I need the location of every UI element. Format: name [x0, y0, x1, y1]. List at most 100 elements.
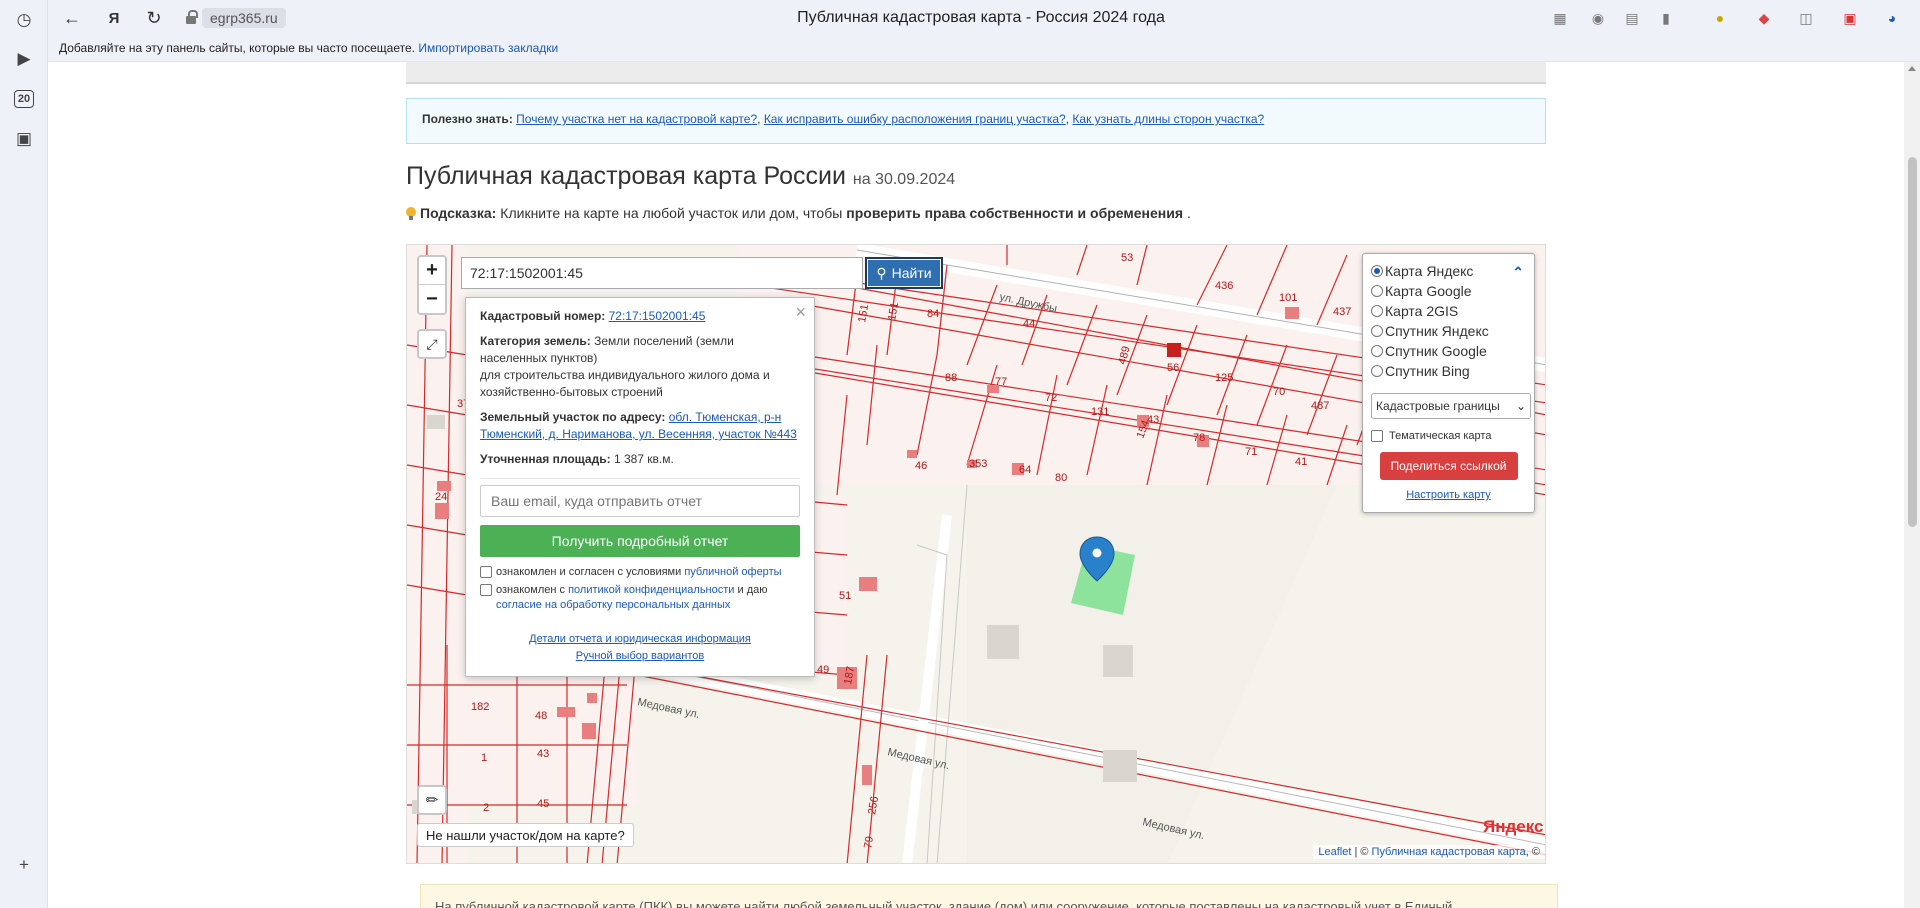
privacy-checkbox[interactable] — [480, 584, 492, 596]
search-button[interactable]: ⚲ Найти — [865, 257, 943, 289]
history-icon[interactable]: ◷ — [11, 7, 37, 33]
layer-radio[interactable] — [1371, 285, 1383, 297]
plot-label: 48 — [535, 710, 547, 722]
close-icon[interactable]: × — [795, 302, 806, 323]
plot-label: 71 — [1245, 446, 1257, 458]
grid-icon[interactable]: ▦ — [1550, 8, 1570, 28]
cadastral-map[interactable]: ул. Дружбы Медовая ул. Медовая ул. Медов… — [406, 244, 1546, 864]
layer-option[interactable]: Карта 2GIS — [1371, 301, 1526, 321]
extension-red-icon[interactable]: ◆ — [1754, 8, 1774, 28]
zoom-out-button[interactable]: − — [419, 285, 445, 313]
plot-label: 125 — [1215, 372, 1233, 384]
yandex-logo: Яндекс — [1483, 817, 1544, 836]
plot-label: 51 — [839, 590, 851, 602]
pdf-extension-icon[interactable]: ▣ — [1840, 8, 1860, 28]
ruler-icon[interactable]: ✏ — [417, 785, 447, 815]
import-bookmarks-link[interactable]: Импортировать закладки — [418, 41, 558, 55]
offer-link[interactable]: публичной оферты — [684, 566, 781, 578]
plot-label: 46 — [915, 460, 927, 472]
bookmarks-text: Добавляйте на эту панель сайты, которые … — [59, 41, 415, 55]
layer-radio[interactable] — [1371, 265, 1383, 277]
overlay-select[interactable]: Кадастровые границы ⌄ — [1371, 393, 1531, 419]
plot-label: 1 — [481, 752, 487, 764]
plot-label: 79 — [862, 835, 876, 849]
plot-label: 436 — [1215, 280, 1233, 292]
yandex-icon[interactable]: Я — [102, 6, 126, 30]
address-bar[interactable]: egrp365.ru — [186, 6, 286, 30]
lightbulb-icon — [406, 206, 416, 220]
scroll-up-icon[interactable] — [1908, 66, 1916, 71]
layer-option[interactable]: Карта Google — [1371, 281, 1526, 301]
plot-label: 49 — [817, 664, 829, 676]
page-title: Публичная кадастровая карта - Россия 202… — [797, 9, 1165, 26]
reader-icon[interactable]: ▤ — [1622, 8, 1642, 28]
cadastral-search-input[interactable] — [461, 257, 863, 289]
zoom-control: + − — [417, 255, 447, 315]
useful-tip-box: Полезно знать: Почему участка нет на кад… — [406, 98, 1546, 144]
layer-radio[interactable] — [1371, 345, 1383, 357]
report-details-link[interactable]: Детали отчета и юридическая информация — [529, 633, 751, 645]
back-arrow-icon[interactable]: ← — [60, 6, 84, 30]
play-icon[interactable]: ▶ — [11, 46, 37, 72]
reload-icon[interactable]: ↻ — [142, 6, 166, 30]
plot-label: 53 — [1121, 252, 1133, 264]
layer-radio[interactable] — [1371, 305, 1383, 317]
layer-option[interactable]: Спутник Яндекс — [1371, 321, 1526, 341]
tip-label: Полезно знать: — [422, 112, 513, 126]
add-icon[interactable]: + — [11, 852, 37, 878]
get-report-button[interactable]: Получить подробный отчет — [480, 525, 800, 557]
search-icon: ⚲ — [876, 264, 887, 281]
plot-label: 77 — [995, 376, 1007, 388]
layer-option[interactable]: Спутник Google — [1371, 341, 1526, 361]
fullscreen-icon[interactable]: ⤢ — [417, 329, 447, 359]
profile-icon[interactable]: ◕ — [1882, 8, 1902, 28]
email-input[interactable] — [480, 485, 800, 517]
plot-label: 84 — [927, 308, 939, 320]
plot-label: 43 — [537, 748, 549, 760]
layer-option[interactable]: Спутник Bing — [1371, 361, 1526, 381]
camera-icon[interactable]: ▣ — [11, 126, 37, 152]
offer-checkbox[interactable] — [480, 566, 492, 578]
tip-link-fix-error[interactable]: Как исправить ошибку расположения границ… — [764, 112, 1066, 126]
cadastral-number-link[interactable]: 72:17:1502001:45 — [609, 309, 706, 323]
street-label-medovaya-1: Медовая ул. — [636, 696, 700, 721]
rail-badge-button[interactable]: 20 — [11, 86, 37, 112]
extension-yellow-icon[interactable]: ● — [1710, 8, 1730, 28]
collapse-chevron-icon[interactable]: ⌃ — [1512, 264, 1524, 281]
browser-toolbar: ← Я ↻ egrp365.ru Публичная кадастровая к… — [48, 0, 1920, 36]
pkk-link[interactable]: Публичная кадастровая карта — [1372, 846, 1526, 858]
plot-label: 88 — [945, 372, 957, 384]
tip-link-no-plot[interactable]: Почему участка нет на кадастровой карте? — [516, 112, 757, 126]
not-found-button[interactable]: Не нашли участок/дом на карте? — [417, 823, 634, 847]
info-notice: На публичной кадастровой карте (ПКК) вы … — [420, 884, 1558, 908]
plot-label: 2 — [483, 802, 489, 814]
share-link-button[interactable]: Поделиться ссылкой — [1379, 452, 1518, 480]
scroll-thumb[interactable] — [1908, 157, 1917, 527]
thematic-checkbox[interactable] — [1371, 430, 1383, 442]
map-attribution: Leaflet | © Публичная кадастровая карта,… — [1313, 845, 1545, 859]
page-content: Полезно знать: Почему участка нет на кад… — [48, 62, 1904, 908]
tip-link-side-lengths[interactable]: Как узнать длины сторон участка? — [1072, 112, 1264, 126]
privacy-link[interactable]: политикой конфиденциальности — [568, 584, 734, 596]
bookmark-icon[interactable]: ▮ — [1656, 8, 1676, 28]
plot-label: 487 — [1311, 400, 1329, 412]
plot-label: 256 — [866, 795, 881, 815]
layer-option[interactable]: Карта Яндекс — [1371, 261, 1526, 281]
plot-label: 70 — [1273, 386, 1285, 398]
zoom-in-button[interactable]: + — [419, 257, 445, 285]
manual-selection-link[interactable]: Ручной выбор вариантов — [576, 650, 704, 662]
plot-label: 78 — [1193, 432, 1205, 444]
downloads-icon[interactable]: ◫ — [1796, 8, 1816, 28]
leaflet-link[interactable]: Leaflet — [1318, 846, 1351, 858]
divider — [480, 478, 800, 479]
headphones-icon[interactable]: ◉ — [1588, 8, 1608, 28]
area-value: 1 387 кв.м. — [613, 452, 674, 466]
configure-map-link[interactable]: Настроить карту — [1371, 489, 1526, 501]
consent-link[interactable]: согласие на обработку персональных данны… — [496, 599, 730, 611]
plot-label: 44 — [1023, 318, 1035, 330]
page-scrollbar[interactable] — [1904, 62, 1920, 908]
layer-radio[interactable] — [1371, 365, 1383, 377]
rail-badge: 20 — [14, 90, 34, 108]
land-use: для строительства индивидуального жилого… — [480, 368, 770, 399]
layer-radio[interactable] — [1371, 325, 1383, 337]
